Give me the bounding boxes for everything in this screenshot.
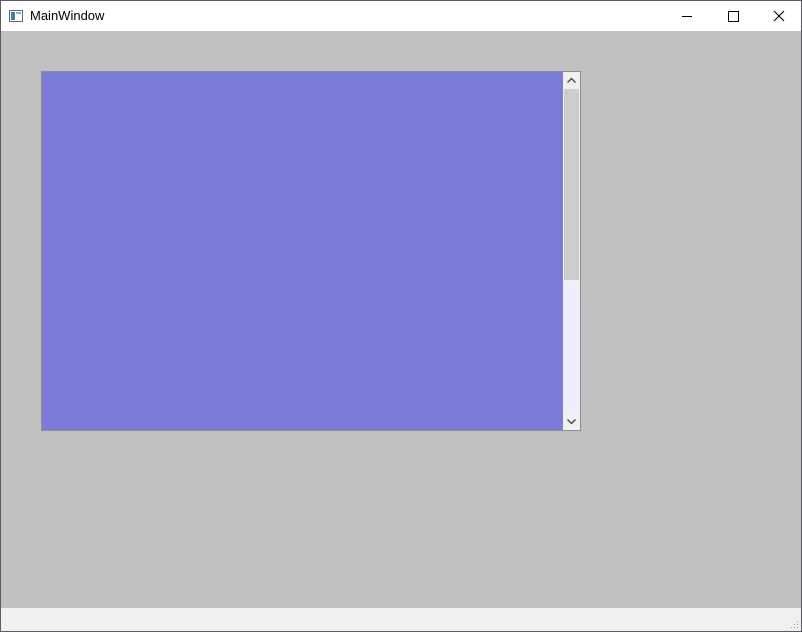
vertical-scrollbar[interactable]	[563, 72, 580, 430]
window-app-icon	[9, 9, 23, 22]
title-bar[interactable]: MainWindow	[1, 1, 801, 31]
central-widget	[1, 31, 801, 608]
chevron-up-icon	[567, 77, 576, 83]
scroll-up-button[interactable]	[563, 72, 580, 89]
status-bar	[1, 608, 801, 631]
minimize-icon	[682, 16, 692, 17]
window-title: MainWindow	[30, 8, 105, 23]
close-icon	[773, 10, 785, 22]
scroll-area[interactable]	[41, 71, 581, 431]
chevron-down-icon	[567, 419, 576, 425]
maximize-icon	[728, 11, 739, 22]
main-window: MainWindow	[0, 0, 802, 632]
scroll-viewport[interactable]	[42, 72, 563, 430]
maximize-button[interactable]	[710, 1, 756, 31]
scrollbar-thumb[interactable]	[564, 89, 579, 280]
minimize-button[interactable]	[664, 1, 710, 31]
close-button[interactable]	[756, 1, 801, 31]
resize-grip-icon[interactable]	[789, 619, 799, 629]
scrollbar-track[interactable]	[564, 89, 579, 413]
scroll-down-button[interactable]	[563, 413, 580, 430]
